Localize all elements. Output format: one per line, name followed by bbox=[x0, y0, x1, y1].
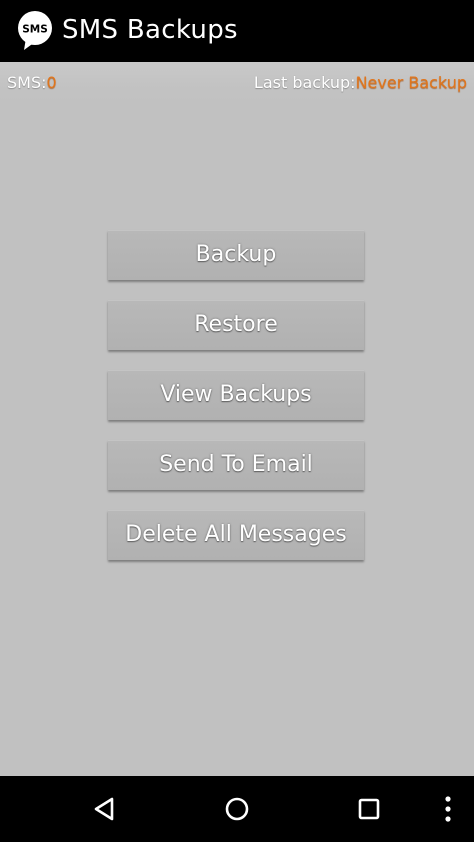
status-row: SMS:0 Last backup:Never Backup bbox=[0, 62, 474, 102]
last-backup-label: Last backup: bbox=[253, 73, 356, 92]
sms-count-value: 0 bbox=[46, 73, 57, 92]
view-backups-button[interactable]: View Backups bbox=[108, 370, 364, 420]
home-icon[interactable] bbox=[222, 794, 252, 824]
app-title: SMS Backups bbox=[62, 15, 238, 45]
sms-count-label: SMS: bbox=[7, 73, 47, 92]
delete-all-messages-button[interactable]: Delete All Messages bbox=[108, 510, 364, 560]
overflow-menu-icon[interactable] bbox=[440, 794, 470, 824]
last-backup-value: Never Backup bbox=[355, 73, 467, 92]
sms-bubble-icon: SMS bbox=[18, 11, 52, 50]
last-backup-status: Last backup:Never Backup bbox=[254, 73, 467, 93]
system-nav-bar bbox=[0, 776, 474, 842]
recents-icon[interactable] bbox=[354, 794, 384, 824]
restore-button[interactable]: Restore bbox=[108, 300, 364, 350]
svg-text:SMS: SMS bbox=[22, 24, 48, 36]
backup-button[interactable]: Backup bbox=[108, 230, 364, 280]
back-icon[interactable] bbox=[90, 794, 120, 824]
title-bar: SMS SMS Backups bbox=[0, 0, 474, 62]
sms-count-status: SMS:0 bbox=[7, 73, 57, 93]
main-content: SMS:0 Last backup:Never Backup Backup Re… bbox=[0, 62, 474, 776]
send-to-email-button[interactable]: Send To Email bbox=[108, 440, 364, 490]
